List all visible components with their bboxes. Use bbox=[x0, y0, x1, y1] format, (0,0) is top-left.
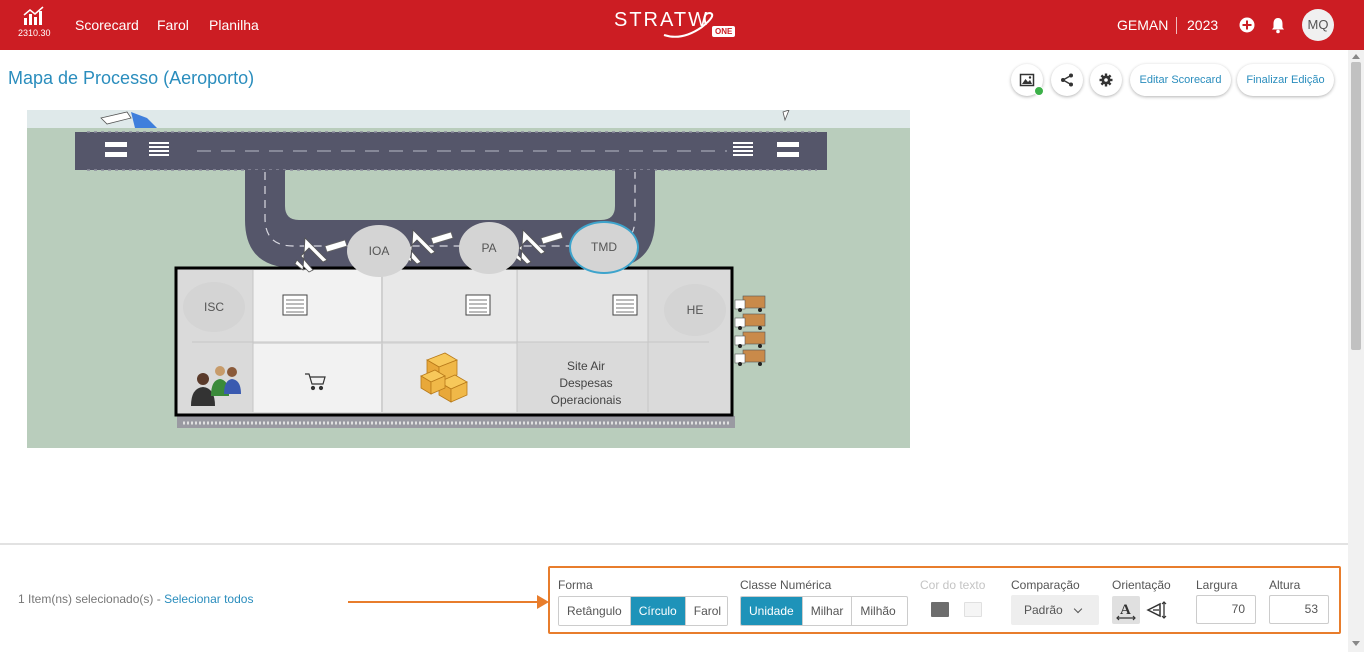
divider bbox=[1176, 17, 1177, 34]
largura-input[interactable]: 70 bbox=[1196, 595, 1256, 624]
process-map-canvas[interactable]: IOA PA TMD ISC HE Site Air Despesas Oper… bbox=[27, 110, 910, 448]
site-air-box[interactable]: Site Air Despesas Operacionais bbox=[526, 351, 646, 413]
text-vertical-icon bbox=[1146, 601, 1167, 619]
altura-label: Altura bbox=[1269, 578, 1301, 592]
text-horizontal-icon: A bbox=[1116, 602, 1136, 621]
properties-panel: 1 Item(ns) selecionado(s) - Selecionar t… bbox=[0, 545, 1348, 652]
share-button[interactable] bbox=[1051, 64, 1083, 96]
cor-do-texto-label: Cor do texto bbox=[920, 578, 986, 592]
largura-label: Largura bbox=[1196, 578, 1238, 592]
scroll-down-arrow-icon[interactable] bbox=[1352, 641, 1360, 646]
edit-scorecard-button[interactable]: Editar Scorecard bbox=[1130, 64, 1231, 96]
app-version: 2310.30 bbox=[18, 28, 51, 38]
forma-retangulo-button[interactable]: Retângulo bbox=[559, 597, 631, 625]
status-dot bbox=[1034, 86, 1044, 96]
finish-edit-button[interactable]: Finalizar Edição bbox=[1237, 64, 1334, 96]
image-button[interactable] bbox=[1011, 64, 1044, 96]
shape-pa[interactable]: PA bbox=[459, 222, 519, 274]
chevron-down-icon bbox=[1073, 604, 1083, 614]
classe-unidade-button[interactable]: Unidade bbox=[741, 597, 803, 625]
image-icon bbox=[1019, 73, 1035, 87]
classe-numerica-label: Classe Numérica bbox=[740, 578, 832, 592]
classe-milhao-button[interactable]: Milhão bbox=[852, 597, 904, 625]
scroll-up-arrow-icon[interactable] bbox=[1352, 54, 1360, 59]
classe-milhar-button[interactable]: Milhar bbox=[802, 597, 853, 625]
bell-icon[interactable] bbox=[1269, 16, 1287, 34]
shape-he[interactable]: HE bbox=[664, 284, 726, 336]
nav-planilha[interactable]: Planilha bbox=[209, 17, 259, 33]
classe-numerica-segmented: Unidade Milhar Milhão bbox=[740, 596, 908, 626]
site-box-line1: Site Air bbox=[566, 359, 605, 373]
settings-button[interactable] bbox=[1090, 64, 1122, 96]
site-box-line3: Operacionais bbox=[550, 393, 622, 407]
svg-text:A: A bbox=[1120, 602, 1131, 618]
orientation-horizontal-button[interactable]: A bbox=[1112, 596, 1140, 624]
selection-info: 1 Item(ns) selecionado(s) - Selecionar t… bbox=[18, 592, 253, 606]
add-icon[interactable] bbox=[1238, 16, 1256, 34]
nav-scorecard[interactable]: Scorecard bbox=[75, 17, 139, 33]
shape-properties-toolbox: Forma Retângulo Círculo Farol Classe Num… bbox=[548, 566, 1341, 634]
forma-farol-button[interactable]: Farol bbox=[685, 597, 727, 625]
annotation-arrow-line bbox=[348, 601, 538, 603]
shape-ioa[interactable]: IOA bbox=[347, 225, 411, 277]
gear-icon bbox=[1099, 73, 1113, 87]
share-icon bbox=[1061, 73, 1073, 87]
app-logo[interactable]: 2310.30 bbox=[18, 6, 51, 46]
top-bar: 2310.30 Scorecard Farol Planilha STRATW … bbox=[0, 0, 1364, 50]
scrollbar-thumb[interactable] bbox=[1351, 62, 1361, 350]
shape-tmd[interactable]: TMD bbox=[569, 221, 639, 274]
airport-background bbox=[27, 110, 910, 428]
forma-segmented: Retângulo Círculo Farol bbox=[558, 596, 728, 626]
nav-farol[interactable]: Farol bbox=[157, 17, 189, 33]
forma-circulo-button[interactable]: Círculo bbox=[630, 597, 686, 625]
brand-badge: ONE bbox=[712, 26, 736, 37]
altura-input[interactable]: 53 bbox=[1269, 595, 1329, 624]
site-box-line2: Despesas bbox=[559, 376, 613, 390]
text-color-dark-swatch[interactable] bbox=[931, 602, 949, 617]
chart-logo-icon bbox=[23, 6, 44, 25]
orientacao-label: Orientação bbox=[1112, 578, 1171, 592]
text-color-light-swatch[interactable] bbox=[964, 602, 982, 617]
year-selector[interactable]: 2023 bbox=[1187, 17, 1218, 33]
page-scrollbar[interactable] bbox=[1348, 50, 1364, 652]
brand-logo: STRATW ONE bbox=[614, 9, 744, 41]
orientation-vertical-button[interactable] bbox=[1144, 596, 1172, 624]
avatar[interactable]: MQ bbox=[1302, 9, 1334, 41]
comparacao-dropdown[interactable]: Padrão bbox=[1011, 595, 1099, 625]
forma-label: Forma bbox=[558, 578, 593, 592]
page-title: Mapa de Processo (Aeroporto) bbox=[8, 68, 255, 88]
comparacao-label: Comparação bbox=[1011, 578, 1080, 592]
select-all-link[interactable]: Selecionar todos bbox=[164, 592, 253, 606]
comparacao-value: Padrão bbox=[1024, 603, 1063, 617]
selected-count: 1 Item(ns) selecionado(s) bbox=[18, 592, 154, 606]
shape-isc[interactable]: ISC bbox=[183, 282, 245, 332]
selection-separator: - bbox=[153, 592, 165, 606]
unit-selector[interactable]: GEMAN bbox=[1117, 17, 1168, 33]
